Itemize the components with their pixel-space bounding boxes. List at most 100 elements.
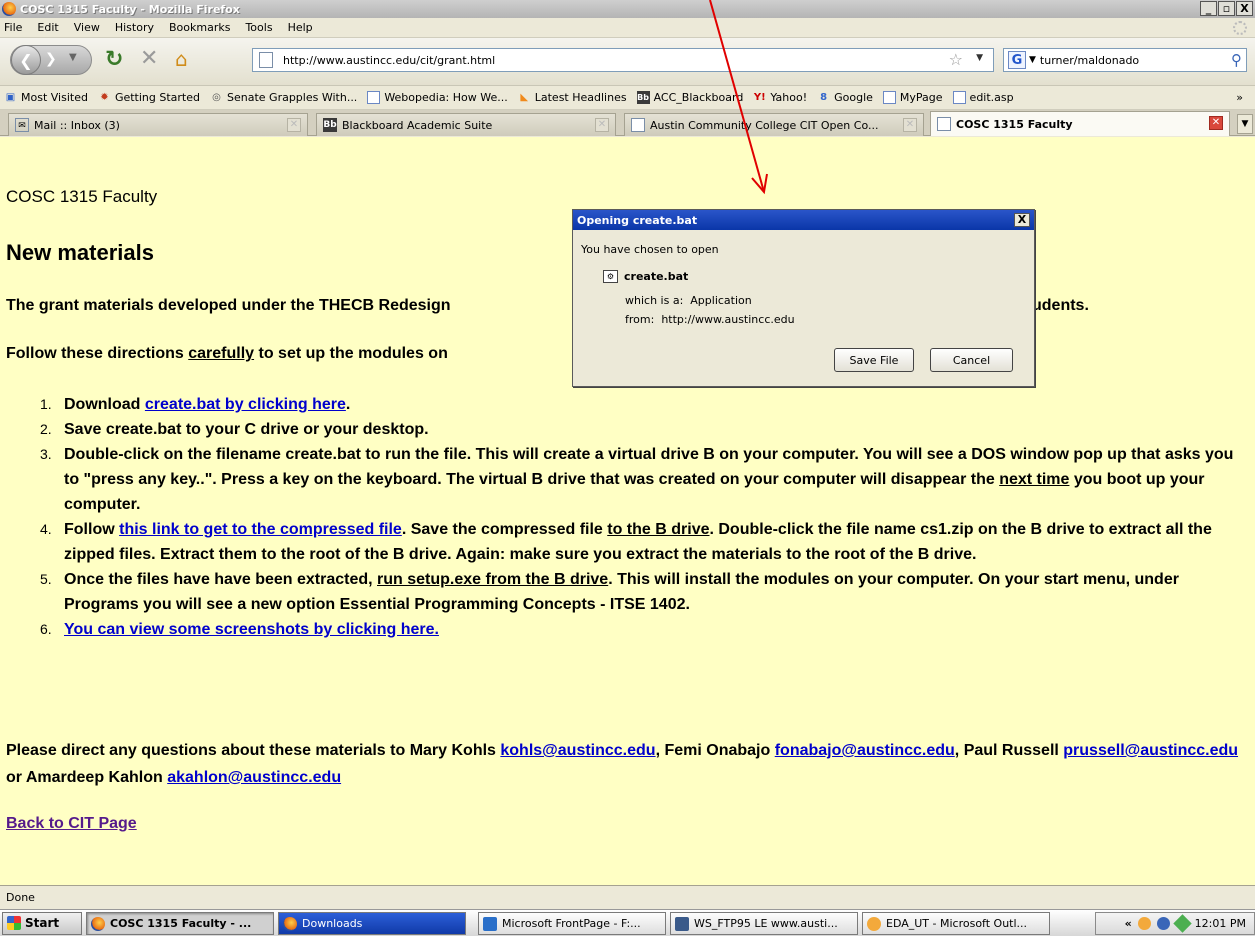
back-to-cit-link[interactable]: Back to CIT Page [6,815,137,833]
bookmark-item[interactable]: ▣ Most Visited [4,91,88,104]
bookmark-label: edit.asp [969,91,1014,104]
tab-acc-cit[interactable]: Austin Community College CIT Open Co... … [624,113,924,136]
tab-cosc-1315[interactable]: COSC 1315 Faculty ✕ [930,111,1230,136]
intro-paragraph: The grant materials developed under the … [6,297,1089,315]
menu-edit[interactable]: Edit [37,21,58,34]
dialog-close-button[interactable]: X [1014,213,1030,227]
step-5: 5. Once the files have have been extract… [38,567,1248,617]
url-text[interactable]: http://www.austincc.edu/cit/grant.html [283,54,495,67]
close-window-button[interactable]: X [1236,1,1253,16]
forward-button[interactable]: ❯ [45,51,57,67]
tab-close-icon[interactable]: ✕ [287,118,301,132]
clock: 12:01 PM [1194,917,1246,930]
step-number: 6. [40,621,52,637]
taskbar-item-downloads[interactable]: Downloads [278,912,466,935]
search-icon[interactable]: ⚲ [1231,51,1242,69]
bookmark-item[interactable]: edit.asp [952,91,1014,104]
taskbar-item-ws-ftp[interactable]: WS_FTP95 LE www.austi... [670,912,858,935]
url-dropdown-icon[interactable]: ▼ [976,53,983,63]
menu-bookmarks[interactable]: Bookmarks [169,21,230,34]
tab-label: Blackboard Academic Suite [342,118,493,132]
bookmark-label: ACC_Blackboard [653,91,744,104]
menu-help[interactable]: Help [288,21,313,34]
tab-blackboard[interactable]: Bb Blackboard Academic Suite ✕ [316,113,616,136]
tray-expand-icon[interactable]: « [1125,917,1132,930]
firefox-icon: ✹ [100,92,109,103]
email-link-kahlon[interactable]: akahlon@austincc.edu [167,769,341,786]
screenshots-link[interactable]: You can view some screenshots by clickin… [64,621,439,638]
taskbar-item-frontpage[interactable]: Microsoft FrontPage - F:... [478,912,666,935]
email-link-kohls[interactable]: kohls@austincc.edu [500,742,655,759]
page-icon [259,52,273,68]
bookmark-item[interactable]: ◣ Latest Headlines [518,91,626,104]
cancel-button[interactable]: Cancel [930,348,1013,372]
start-button[interactable]: Start [2,911,82,935]
menu-view[interactable]: View [74,21,100,34]
search-bar[interactable]: G ▼ ⚲ [1003,48,1247,72]
menu-file[interactable]: File [4,21,22,34]
tab-close-icon[interactable]: ✕ [595,118,609,132]
navigation-toolbar: ❮ ❯ ▼ ↻ ✕ ⌂ http://www.austincc.edu/cit/… [0,38,1255,86]
email-link-onabajo[interactable]: fonabajo@austincc.edu [775,742,955,759]
taskbar-item-label: Downloads [302,917,363,930]
history-dropdown-icon[interactable]: ▼ [69,52,77,63]
title-bar: COSC 1315 Faculty - Mozilla Firefox _ ▫ … [0,0,1255,18]
step-underlined-text: run setup.exe from the B drive [377,571,609,588]
step-text: Save create.bat to your C drive or your … [64,421,429,438]
google-search-engine-icon[interactable]: G [1008,51,1026,69]
home-icon[interactable]: ⌂ [175,48,188,70]
step-number: 4. [40,521,52,537]
menu-tools[interactable]: Tools [245,21,272,34]
taskbar-item-firefox[interactable]: COSC 1315 Faculty - ... [86,912,274,935]
url-bar[interactable]: http://www.austincc.edu/cit/grant.html ☆… [252,48,994,72]
stop-icon[interactable]: ✕ [140,48,158,70]
bookmark-item[interactable]: Y! Yahoo! [753,91,807,104]
step-text: Once the files have have been extracted, [64,571,378,588]
bookmark-item[interactable]: Webopedia: How We... [367,91,508,104]
step-number: 2. [40,421,52,437]
page-title: COSC 1315 Faculty [6,187,158,206]
intro-text-tail: udents. [1032,297,1089,314]
tab-mail-inbox[interactable]: ✉ Mail :: Inbox (3) ✕ [8,113,308,136]
tray-outlook-icon[interactable] [1137,917,1151,930]
file-source-value: http://www.austincc.edu [661,313,795,326]
download-create-bat-link[interactable]: create.bat by clicking here [145,396,346,413]
bookmark-item[interactable]: Bb ACC_Blackboard [636,91,744,104]
search-input[interactable] [1039,53,1220,67]
save-file-button[interactable]: Save File [834,348,914,372]
tab-close-icon[interactable]: ✕ [903,118,917,132]
google-icon: 8 [820,92,828,103]
contact-text: , Femi Onabajo [655,742,775,759]
step-text: Download [64,396,145,413]
reload-icon[interactable]: ↻ [105,49,123,71]
bookmark-item[interactable]: MyPage [882,91,943,104]
windows-logo-icon [7,916,21,930]
taskbar-item-outlook[interactable]: EDA_UT - Microsoft Outl... [862,912,1050,935]
page-icon [952,91,966,104]
taskbar-item-label: WS_FTP95 LE www.austi... [694,917,838,930]
contact-text: or Amardeep Kahlon [6,769,168,786]
tab-bar: ✉ Mail :: Inbox (3) ✕ Bb Blackboard Acad… [0,110,1255,136]
bookmark-item[interactable]: 8 Google [817,91,873,104]
firefox-icon [283,916,297,931]
email-link-russell[interactable]: prussell@austincc.edu [1063,742,1238,759]
tab-close-icon[interactable]: ✕ [1209,116,1223,130]
compressed-file-link[interactable]: this link to get to the compressed file [119,521,402,538]
bookmarks-overflow-icon[interactable]: » [1236,91,1243,104]
bookmark-star-icon[interactable]: ☆ [949,50,963,69]
back-button[interactable]: ❮ [11,45,41,75]
bookmark-item[interactable]: ◎ Senate Grapples With... [210,91,357,104]
step-2: 2. Save create.bat to your C drive or yo… [38,417,1248,442]
bookmark-label: Most Visited [21,91,88,104]
step-4: 4. Follow this link to get to the compre… [38,517,1248,567]
menu-history[interactable]: History [115,21,154,34]
minimize-button[interactable]: _ [1200,1,1217,16]
search-engine-dropdown-icon[interactable]: ▼ [1029,55,1036,65]
all-tabs-dropdown-icon[interactable]: ▼ [1237,114,1253,134]
bookmark-item[interactable]: ✹ Getting Started [98,91,200,104]
tray-browser-icon[interactable] [1156,917,1170,930]
back-forward-group: ❮ ❯ ▼ [10,45,92,75]
tray-network-icon[interactable] [1172,914,1192,933]
maximize-button[interactable]: ▫ [1218,1,1235,16]
bookmark-label: Senate Grapples With... [227,91,358,104]
